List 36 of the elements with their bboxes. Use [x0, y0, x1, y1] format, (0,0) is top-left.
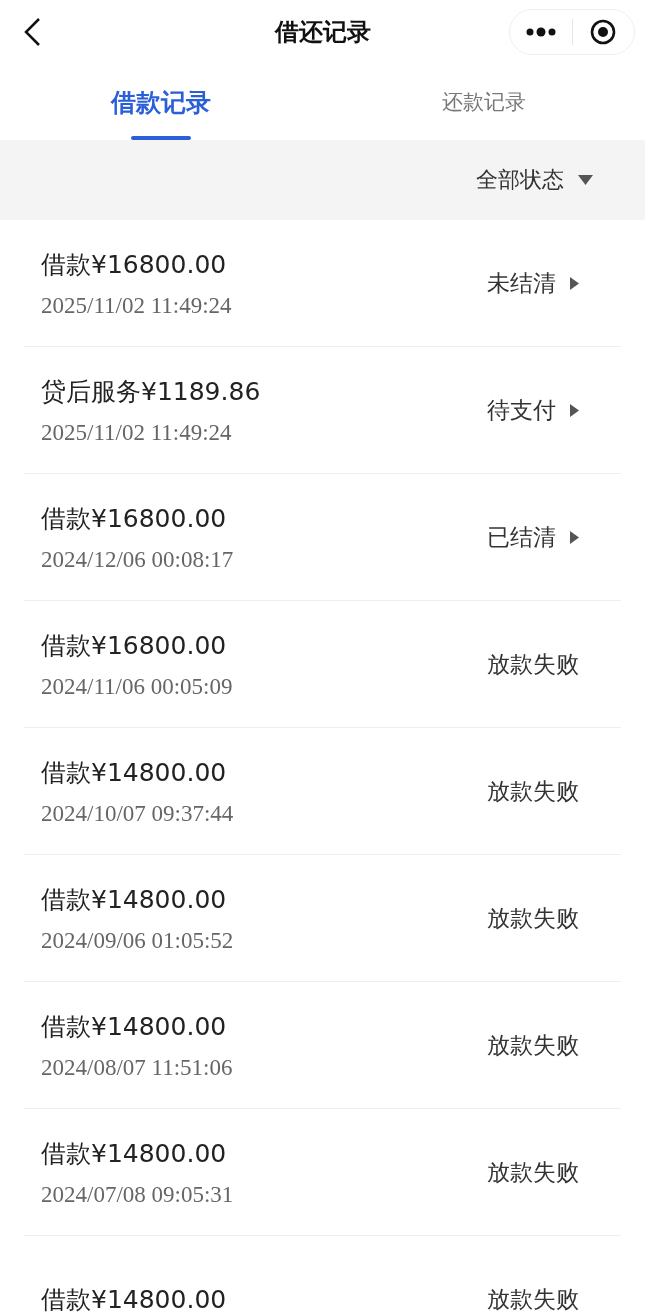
- record-title: 借款¥14800.00: [41, 1137, 228, 1170]
- arrow-icon: [570, 276, 579, 290]
- record-status: 放款失败: [487, 1030, 579, 1060]
- record-status: 放款失败: [487, 776, 579, 806]
- record-title: 借款¥14800.00: [41, 1010, 228, 1043]
- tab[interactable]: 借款记录: [0, 64, 323, 140]
- arrow-icon: [570, 530, 579, 544]
- status-link[interactable]: 待支付: [487, 394, 579, 426]
- close-icon[interactable]: [590, 19, 617, 45]
- record-date: 2024/08/07 11:51:06: [41, 1054, 233, 1081]
- record-status: 放款失败: [487, 1284, 579, 1314]
- record-title: 借款¥16800.00: [41, 248, 228, 281]
- status-link[interactable]: 已结清: [487, 521, 579, 553]
- record-date: 2024/07/08 09:05:31: [41, 1181, 234, 1208]
- record-title: 借款¥14800.00: [41, 1283, 227, 1316]
- record-date: 2025/11/02 11:49:24: [41, 292, 232, 319]
- record-date: 2025/11/02 11:49:24: [41, 419, 233, 446]
- tab[interactable]: 还款记录: [322, 64, 645, 140]
- record-date: 2024/11/06 00:05:09: [41, 673, 233, 700]
- record-title: 借款¥14800.00: [41, 883, 228, 916]
- page-title: 借还记录: [274, 18, 371, 46]
- more-icon[interactable]: [525, 27, 556, 37]
- record-title: 贷后服务¥1189.86: [41, 375, 261, 408]
- status-link[interactable]: 未结清: [487, 267, 579, 299]
- record-date: 2024/12/06 00:08:17: [41, 546, 234, 573]
- arrow-icon: [570, 403, 579, 417]
- record-status: 放款失败: [487, 649, 579, 679]
- record-date: 2024/10/07 09:37:44: [41, 800, 234, 827]
- record-title: 借款¥16800.00: [41, 502, 228, 535]
- record-title: 借款¥16800.00: [41, 629, 228, 662]
- record-title: 借款¥14800.00: [41, 756, 228, 789]
- record-status: 放款失败: [487, 1157, 579, 1187]
- record-date: 2024/09/06 01:05:52: [41, 927, 234, 954]
- dropdown-icon: [578, 175, 593, 185]
- status-filter[interactable]: 全部状态: [476, 165, 593, 195]
- record-status: 放款失败: [487, 903, 579, 933]
